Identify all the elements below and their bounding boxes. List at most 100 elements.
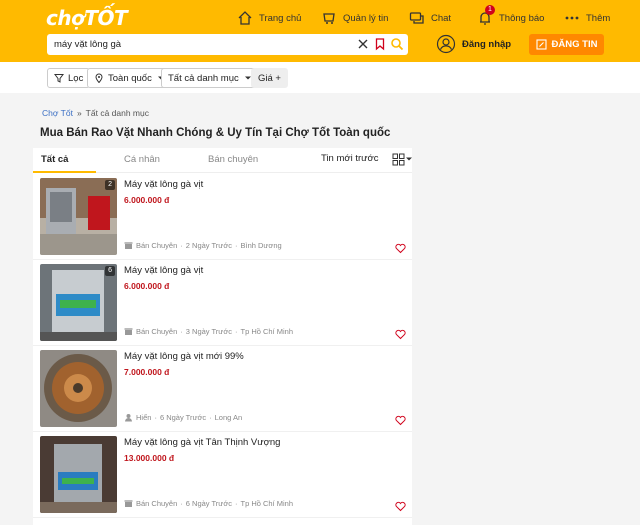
heart-icon[interactable] [395, 329, 406, 340]
location: Bình Dương [240, 241, 282, 250]
clear-icon[interactable] [356, 37, 370, 51]
listing-price: 6.000.000 đ [124, 195, 170, 205]
listing-title[interactable]: Máy vặt lông gà vịt [124, 179, 203, 190]
filter-icon [54, 74, 64, 83]
listing-item[interactable]: 2 Máy vặt lông gà vịt 6.000.000 đ Bán Ch… [33, 174, 412, 260]
bell-wrapper: 1 [477, 5, 495, 26]
heart-icon[interactable] [395, 415, 406, 426]
nav-chat[interactable]: Chat [409, 10, 451, 26]
seller-type: Bán Chuyên [136, 327, 178, 336]
search-icon[interactable] [390, 37, 404, 51]
meta-dot: · [180, 499, 183, 508]
search-actions [356, 37, 404, 51]
sort-label: Tin mới trước [321, 153, 379, 164]
chevron-down-icon [406, 157, 412, 160]
listing-thumbnail[interactable]: 2 [40, 178, 117, 255]
search-box[interactable] [47, 34, 408, 55]
filter-button[interactable]: Lọc [47, 68, 91, 88]
seller-tabs: Tất cả Cá nhân Bán chuyên Tin mới trước [33, 148, 412, 173]
meta-dot: · [234, 499, 238, 508]
listing-item[interactable]: Máy vặt lông gà vịt Tân Thịnh Vượng 13.0… [33, 432, 412, 518]
price-filter[interactable]: Giá + [251, 68, 288, 88]
top-header: chợTỐT Trang chủ Quản lý tin Chat 1 Thôn… [0, 0, 640, 62]
listing-price: 13.000.000 đ [124, 453, 175, 463]
meta-dot: · [234, 327, 238, 336]
breadcrumb: Chợ Tốt » Tất cả danh mục [42, 108, 149, 118]
search-input[interactable] [54, 39, 354, 50]
location: Long An [214, 413, 243, 422]
manage-icon [323, 13, 335, 24]
nav-chat-label: Chat [431, 12, 452, 24]
nav-more[interactable]: Thêm [564, 10, 610, 26]
meta-dot: · [234, 241, 238, 250]
bookmark-icon[interactable] [373, 37, 387, 51]
active-tab-indicator [33, 171, 96, 173]
seller-type: Bán Chuyên [136, 499, 178, 508]
tab-all[interactable]: Tất cả [41, 154, 68, 165]
login-link[interactable]: Đăng nhập [436, 34, 511, 54]
more-icon [565, 16, 579, 20]
chat-icon [409, 12, 424, 24]
page-title: Mua Bán Rao Vặt Nhanh Chóng & Uy Tín Tại… [40, 127, 391, 139]
meta-dot: · [180, 327, 183, 336]
location: Tp Hồ Chí Minh [240, 499, 294, 508]
user-avatar-icon [436, 34, 456, 54]
listing-panel: Tất cả Cá nhân Bán chuyên Tin mới trước [33, 148, 412, 525]
shop-icon [124, 500, 133, 507]
grid-view-icon[interactable] [392, 153, 405, 166]
heart-icon[interactable] [395, 243, 406, 254]
listing-price: 6.000.000 đ [124, 281, 170, 291]
listing-title[interactable]: Máy vặt lông gà vịt Tân Thịnh Vượng [124, 437, 280, 448]
listing-thumbnail[interactable]: 6 [40, 264, 117, 341]
meta-dot: · [154, 413, 157, 422]
login-label: Đăng nhập [462, 38, 512, 50]
nav-notifications-label: Thông báo [499, 12, 545, 24]
location-label: Toàn quốc [108, 72, 152, 84]
nav-manage[interactable]: Quản lý tin [321, 10, 388, 26]
nav-manage-label: Quản lý tin [343, 12, 389, 24]
listing-meta: Bán Chuyên · 2 Ngày Trước · Bình Dương [124, 241, 282, 250]
listing-thumbnail[interactable] [40, 436, 117, 513]
category-select[interactable]: Tất cả danh mục [161, 68, 260, 88]
listing-meta: Bán Chuyên · 3 Ngày Trước · Tp Hồ Chí Mi… [124, 327, 293, 336]
heart-icon[interactable] [395, 501, 406, 512]
breadcrumb-separator: » [76, 108, 82, 118]
location: Tp Hồ Chí Minh [240, 327, 294, 336]
price-label: Giá + [258, 72, 281, 84]
seller-type: Bán Chuyên [136, 241, 178, 250]
location-select[interactable]: Toàn quốc [87, 68, 173, 88]
post-ad-button[interactable]: ĐĂNG TIN [529, 34, 604, 55]
listing-photo-3 [40, 350, 117, 427]
listing-title[interactable]: Máy vặt lông gà vịt mới 99% [124, 351, 244, 362]
listing-meta: Bán Chuyên · 6 Ngày Trước · Tp Hồ Chí Mi… [124, 499, 293, 508]
edit-icon [535, 39, 547, 50]
post-time: 2 Ngày Trước [185, 241, 232, 250]
nav-home[interactable]: Trang chủ [237, 10, 301, 26]
category-label: Tất cả danh mục [168, 72, 239, 84]
listing-item[interactable]: Máy vặt lông gà vịt mới 99% 7.000.000 đ … [33, 346, 412, 432]
nav-more-label: Thêm [586, 12, 611, 24]
post-time: 6 Ngày Trước [159, 413, 207, 422]
post-time: 6 Ngày Trước [185, 499, 232, 508]
breadcrumb-current: Tất cả danh mục [85, 108, 149, 118]
image-count: 6 [105, 266, 115, 276]
tab-professional[interactable]: Bán chuyên [208, 154, 258, 165]
nav-notifications[interactable]: 1 Thông báo [477, 5, 545, 26]
shop-icon [124, 242, 133, 249]
listing-title[interactable]: Máy vặt lông gà vịt [124, 265, 203, 276]
seller-type: Hiển [136, 413, 152, 422]
listing-photo-4 [40, 436, 117, 513]
shop-icon [124, 328, 133, 335]
breadcrumb-home[interactable]: Chợ Tốt [42, 108, 73, 118]
meta-dot: · [180, 241, 183, 250]
user-icon [125, 414, 132, 422]
listing-meta: Hiển · 6 Ngày Trước · Long An [124, 413, 242, 422]
tab-personal[interactable]: Cá nhân [124, 154, 160, 165]
site-logo[interactable]: chợTỐT [46, 6, 128, 30]
post-ad-label: ĐĂNG TIN [551, 39, 598, 50]
listing-item[interactable]: 6 Máy vặt lông gà vịt 6.000.000 đ Bán Ch… [33, 260, 412, 346]
listing-thumbnail[interactable] [40, 350, 117, 427]
filter-bar: Lọc Toàn quốc Tất cả danh mục Giá + [0, 62, 640, 93]
filter-label: Lọc [68, 72, 84, 84]
home-icon [238, 11, 252, 25]
